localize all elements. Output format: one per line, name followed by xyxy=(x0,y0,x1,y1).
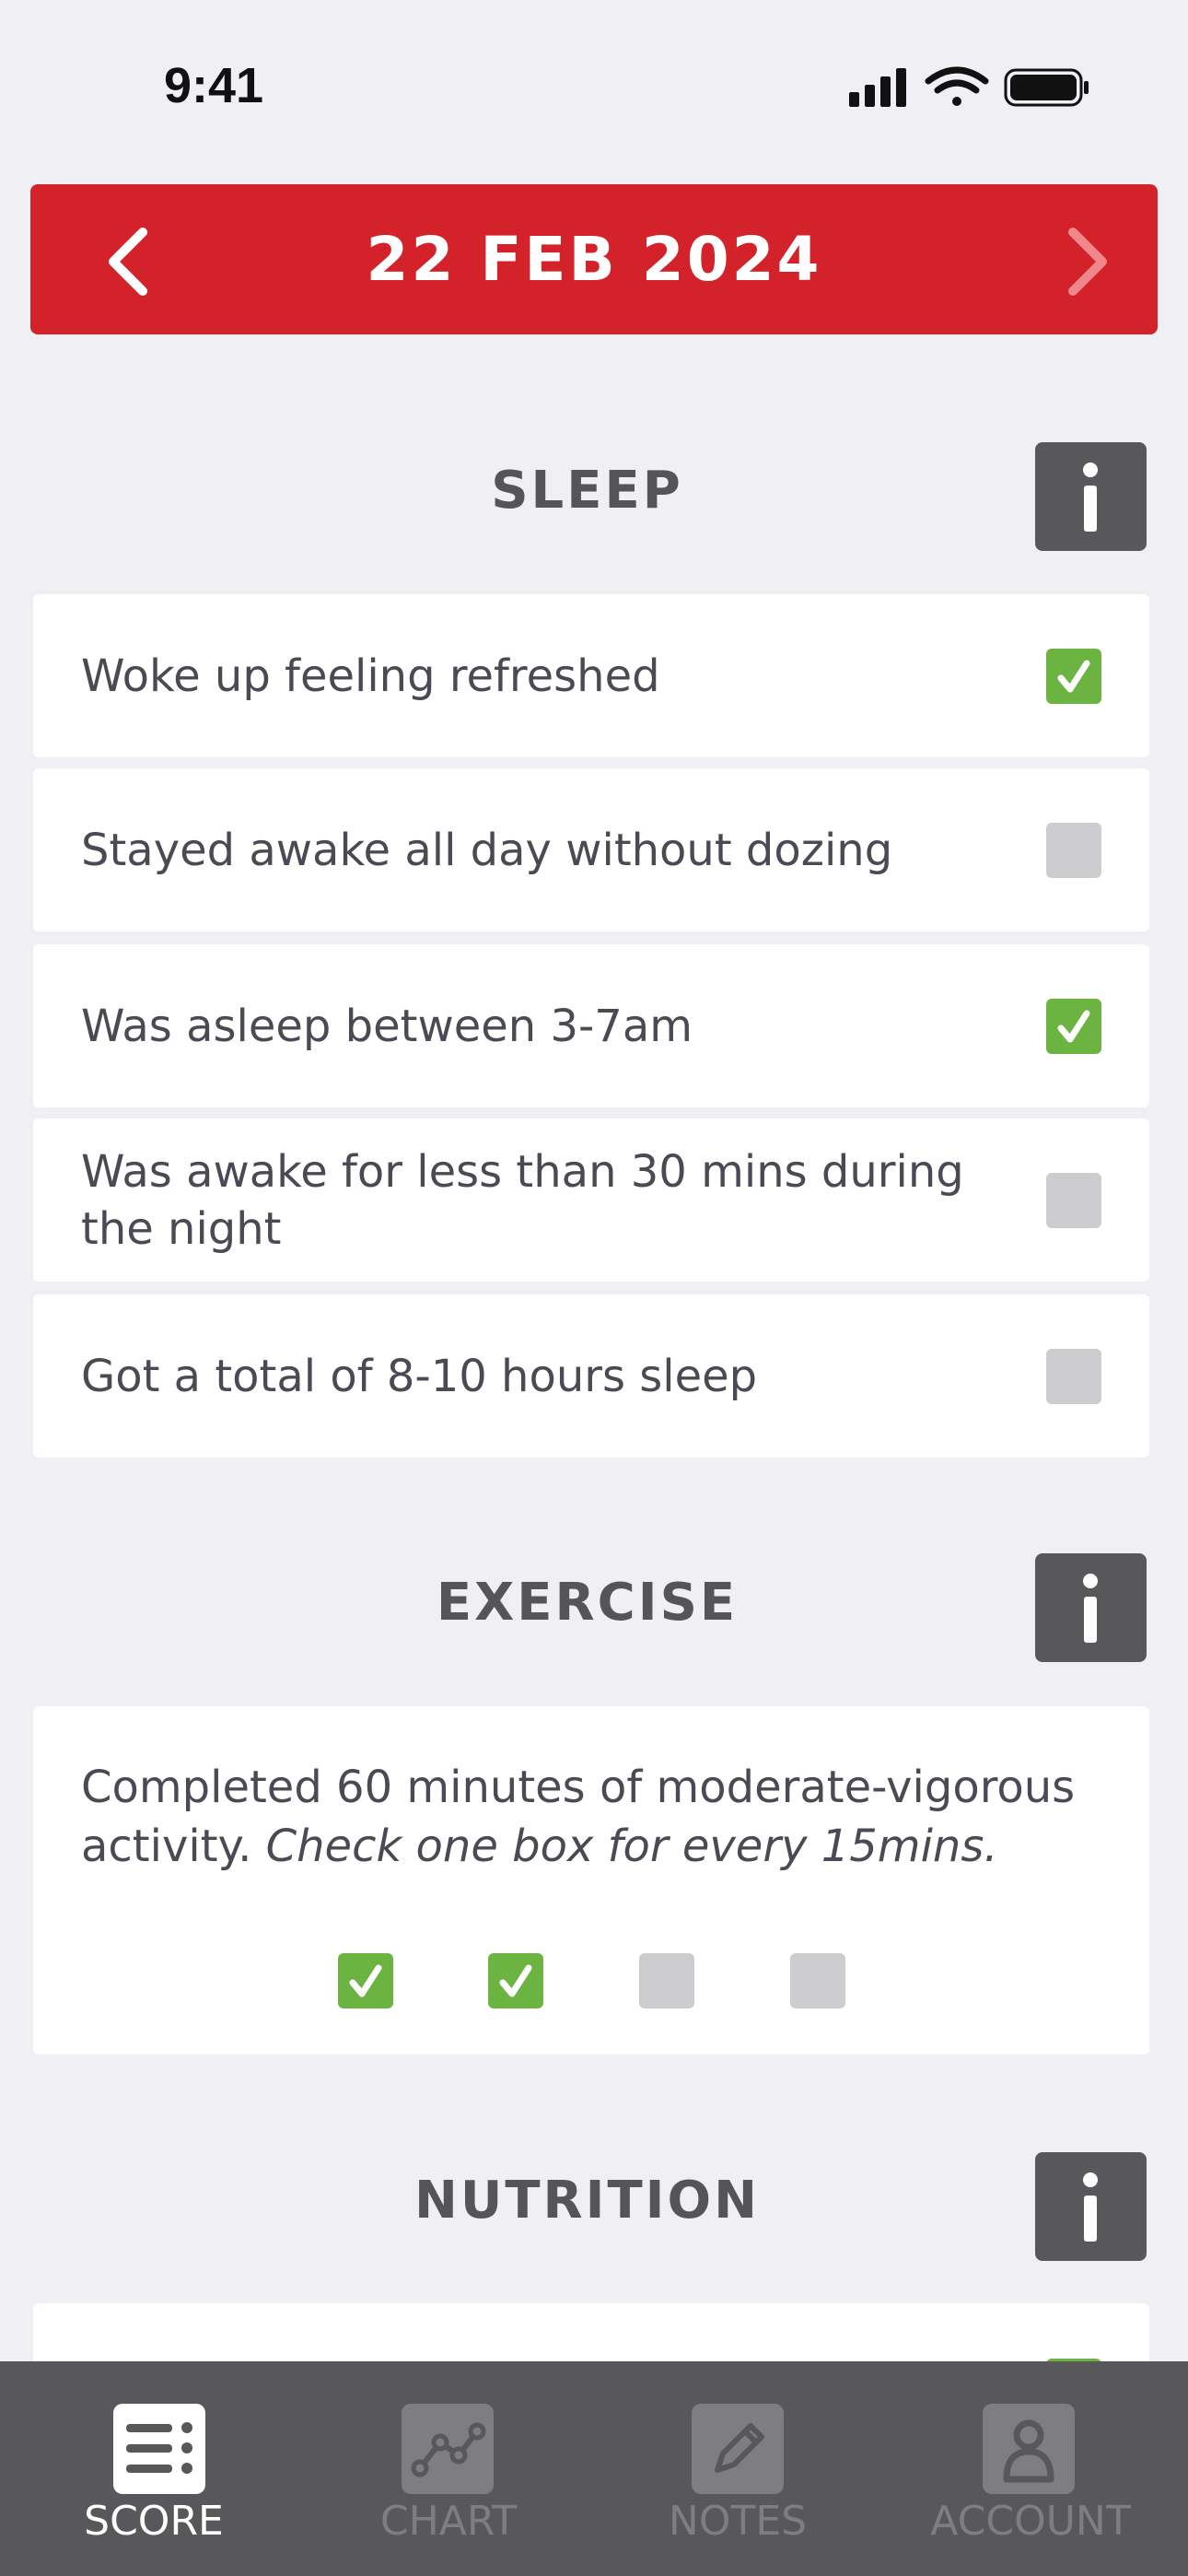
section-title-exercise: EXERCISE xyxy=(436,1573,739,1633)
sleep-info-button[interactable] xyxy=(1035,442,1147,551)
sleep-item-label: Stayed awake all day without dozing xyxy=(81,824,893,876)
sleep-item-label: Was asleep between 3-7am xyxy=(81,1000,693,1052)
tab-label: CHART xyxy=(379,2498,518,2545)
info-icon xyxy=(1083,463,1098,532)
checkmark-icon xyxy=(499,1964,532,1997)
exercise-card: Completed 60 minutes of moderate-vigorou… xyxy=(33,1706,1149,2055)
tab-notes[interactable]: NOTES xyxy=(589,2361,886,2576)
status-icons xyxy=(849,66,1089,107)
tab-bar: SCORE CHART NOTES ACCOUNT xyxy=(0,2361,1188,2576)
checkmark-icon xyxy=(1057,660,1090,692)
list-icon xyxy=(113,2404,205,2494)
cellular-signal-icon xyxy=(849,68,906,107)
checkmark-icon xyxy=(1057,1010,1090,1042)
info-icon xyxy=(1083,1574,1098,1643)
wifi-icon xyxy=(925,66,989,106)
status-time: 9:41 xyxy=(164,58,264,113)
exercise-checkbox[interactable] xyxy=(790,1953,845,2008)
sleep-item[interactable]: Stayed awake all day without dozing xyxy=(33,768,1149,931)
next-day-button[interactable] xyxy=(1047,225,1121,299)
info-icon xyxy=(1083,2172,1098,2242)
tab-chart[interactable]: CHART xyxy=(300,2361,597,2576)
account-icon xyxy=(983,2404,1075,2494)
exercise-description: Completed 60 minutes of moderate-vigorou… xyxy=(81,1758,1112,1876)
pencil-icon xyxy=(692,2404,784,2494)
sleep-item-label: Got a total of 8-10 hours sleep xyxy=(81,1350,758,1402)
date-title: 22 FEB 2024 xyxy=(366,224,822,295)
exercise-checkbox[interactable] xyxy=(338,1953,393,2008)
status-bar: 9:41 xyxy=(0,0,1188,175)
tab-label: ACCOUNT xyxy=(930,2498,1131,2545)
tab-account[interactable]: ACCOUNT xyxy=(882,2361,1179,2576)
sleep-item[interactable]: Woke up feeling refreshed xyxy=(33,594,1149,757)
exercise-checkbox[interactable] xyxy=(639,1953,694,2008)
sleep-item-checkbox[interactable] xyxy=(1046,648,1101,704)
tab-label: NOTES xyxy=(668,2498,808,2545)
sleep-item[interactable]: Was asleep between 3-7am xyxy=(33,944,1149,1107)
section-title-nutrition: NUTRITION xyxy=(413,2171,760,2231)
chart-icon xyxy=(402,2404,494,2494)
sleep-item-checkbox[interactable] xyxy=(1046,998,1101,1054)
chevron-right-icon xyxy=(1068,228,1107,296)
section-title-sleep: SLEEP xyxy=(491,461,683,521)
exercise-checkbox[interactable] xyxy=(488,1953,543,2008)
tab-label: SCORE xyxy=(84,2498,224,2545)
nutrition-info-button[interactable] xyxy=(1035,2152,1147,2261)
sleep-item-checkbox[interactable] xyxy=(1046,822,1101,878)
exercise-text-hint: Check one box for every 15mins. xyxy=(265,1821,998,1872)
sleep-item-label: Woke up feeling refreshed xyxy=(81,650,660,702)
checkmark-icon xyxy=(349,1964,382,1997)
sleep-item[interactable]: Was awake for less than 30 mins during t… xyxy=(33,1118,1149,1282)
sleep-item-checkbox[interactable] xyxy=(1046,1172,1101,1228)
tab-score[interactable]: SCORE xyxy=(6,2361,302,2576)
date-header: 22 FEB 2024 xyxy=(30,184,1158,334)
sleep-item-checkbox[interactable] xyxy=(1046,1348,1101,1404)
exercise-info-button[interactable] xyxy=(1035,1553,1147,1662)
battery-icon xyxy=(1004,68,1089,107)
sleep-item-label: Was awake for less than 30 mins during t… xyxy=(81,1145,964,1255)
sleep-item[interactable]: Got a total of 8-10 hours sleep xyxy=(33,1294,1149,1458)
